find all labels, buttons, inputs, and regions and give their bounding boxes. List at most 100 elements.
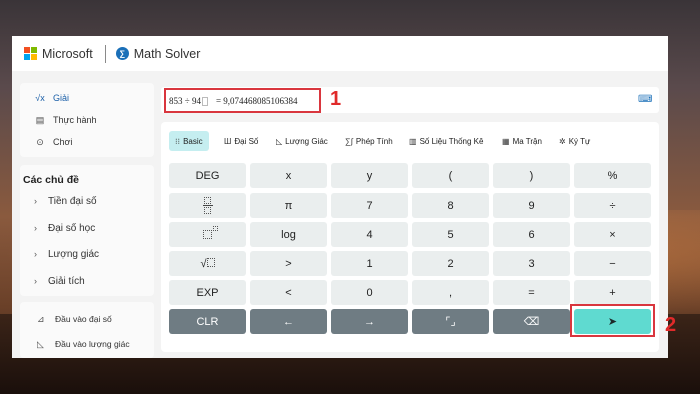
- deg-key[interactable]: DEG: [169, 163, 246, 188]
- tab-statistics[interactable]: ▥ Số Liệu Thống Kê: [403, 131, 489, 151]
- fraction-icon: [202, 197, 213, 214]
- bracket-jump-icon: ⌜⌟: [445, 316, 456, 328]
- basic-icon: ⁝⁝: [175, 136, 181, 146]
- digit-8-key[interactable]: 8: [412, 193, 489, 218]
- topic-trigonometry[interactable]: › Lượng giác: [20, 242, 154, 266]
- calculus-icon: ∑∫: [345, 136, 353, 146]
- nav-panel: √x Giải ▤ Thực hành ⊙ Chơi: [20, 83, 154, 157]
- tab-label: Ma Trận: [512, 136, 542, 146]
- comma-key[interactable]: ,: [412, 280, 489, 305]
- annotation-marker-2: 2: [665, 314, 677, 336]
- expression-result: = 9,074468085106384: [215, 95, 298, 106]
- input-label: Đầu vào đại số: [55, 314, 112, 324]
- tab-label: Phép Tính: [355, 136, 393, 146]
- matrix-icon: ▦: [502, 136, 510, 146]
- y-key[interactable]: y: [331, 163, 408, 188]
- less-than-key[interactable]: <: [250, 280, 327, 305]
- x-key[interactable]: x: [250, 163, 327, 188]
- divide-key[interactable]: ÷: [574, 193, 651, 218]
- expression-lhs: 853 ÷ 94: [169, 95, 201, 106]
- tab-label: Basic: [183, 136, 203, 146]
- topic-calculus[interactable]: › Giải tích: [20, 269, 154, 293]
- left-arrow-key[interactable]: ←: [250, 309, 327, 334]
- expression-highlight: 853 ÷ 94 = 9,074468085106384: [164, 88, 321, 113]
- digit-7-key[interactable]: 7: [331, 193, 408, 218]
- tab-label: Số Liệu Thống Kê: [419, 136, 484, 146]
- chevron-right-icon: ›: [34, 223, 37, 233]
- algebra-input-link[interactable]: ⊿ Đầu vào đại số: [20, 307, 154, 331]
- right-arrow-key[interactable]: →: [331, 309, 408, 334]
- percent-key[interactable]: %: [574, 163, 651, 188]
- nav-item-label: Thực hành: [53, 115, 97, 125]
- topics-title: Các chủ đề: [23, 174, 80, 186]
- left-paren-key[interactable]: (: [412, 163, 489, 188]
- equals-key[interactable]: =: [493, 280, 570, 305]
- gamepad-icon: ⊙: [36, 136, 44, 147]
- greater-than-key[interactable]: >: [250, 251, 327, 276]
- topic-label: Lượng giác: [48, 248, 100, 260]
- triangle-icon: ◺: [37, 338, 44, 349]
- tab-symbols[interactable]: ✲ Ký Tự: [553, 131, 596, 151]
- digit-4-key[interactable]: 4: [331, 222, 408, 247]
- symbols-icon: ✲: [559, 136, 566, 146]
- tab-trigonometry[interactable]: ◺ Lượng Giác: [270, 131, 334, 151]
- digit-5-key[interactable]: 5: [412, 222, 489, 247]
- power-key[interactable]: [169, 222, 246, 247]
- digit-9-key[interactable]: 9: [493, 193, 570, 218]
- fraction-key[interactable]: [169, 193, 246, 218]
- submit-highlight: [570, 304, 655, 337]
- topic-label: Đại số học: [48, 222, 96, 234]
- tab-label: Đại Số: [234, 136, 259, 146]
- tab-algebra[interactable]: Ш Đại Số: [218, 131, 264, 151]
- digit-0-key[interactable]: 0: [331, 280, 408, 305]
- tab-label: Lượng Giác: [285, 136, 328, 146]
- topic-prealgebra[interactable]: › Tiền đại số: [20, 189, 154, 213]
- digit-3-key[interactable]: 3: [493, 251, 570, 276]
- exp-key[interactable]: EXP: [169, 280, 246, 305]
- notebook-icon: ▤: [35, 114, 45, 125]
- top-bar: Microsoft ∑ Math Solver: [12, 36, 668, 71]
- sqrt-icon: √: [200, 257, 215, 270]
- sqrt-x-icon: √x: [35, 93, 45, 103]
- digit-6-key[interactable]: 6: [493, 222, 570, 247]
- tab-matrix[interactable]: ▦ Ma Trận: [496, 131, 548, 151]
- tab-basic[interactable]: ⁝⁝ Basic: [169, 131, 209, 151]
- input-methods-panel: ⊿ Đầu vào đại số ◺ Đầu vào lượng giác: [20, 302, 154, 358]
- algebra-icon: Ш: [224, 136, 232, 146]
- multiply-key[interactable]: ×: [574, 222, 651, 247]
- trig-input-link[interactable]: ◺ Đầu vào lượng giác: [20, 332, 154, 356]
- product-name[interactable]: Math Solver: [134, 47, 201, 61]
- topic-label: Giải tích: [48, 275, 85, 287]
- clear-key[interactable]: CLR: [169, 309, 246, 334]
- digit-1-key[interactable]: 1: [331, 251, 408, 276]
- right-paren-key[interactable]: ): [493, 163, 570, 188]
- microsoft-logo-icon: [24, 47, 37, 60]
- sqrt-key[interactable]: √: [169, 251, 246, 276]
- math-solver-logo-icon: ∑: [115, 47, 129, 60]
- trig-icon: ◺: [276, 136, 283, 146]
- exponent-icon: [203, 226, 218, 239]
- stats-icon: ▥: [409, 136, 417, 146]
- chevron-right-icon: ›: [34, 276, 37, 286]
- chevron-right-icon: ›: [34, 249, 37, 259]
- topic-algebra[interactable]: › Đại số học: [20, 216, 154, 240]
- digit-2-key[interactable]: 2: [412, 251, 489, 276]
- pi-key[interactable]: π: [250, 193, 327, 218]
- nav-item-label: Chơi: [53, 137, 73, 147]
- input-label: Đầu vào lượng giác: [55, 339, 130, 349]
- cursor-jump-key[interactable]: ⌜⌟: [412, 309, 489, 334]
- nav-item-label: Giải: [53, 93, 70, 103]
- plus-key[interactable]: +: [574, 280, 651, 305]
- nav-item-practice[interactable]: ▤ Thực hành: [20, 109, 154, 131]
- tab-label: Ký Tự: [568, 136, 591, 146]
- brand-name[interactable]: Microsoft: [42, 47, 93, 61]
- nav-item-solve[interactable]: √x Giải: [20, 87, 154, 109]
- log-key[interactable]: log: [250, 222, 327, 247]
- ruler-icon: ⊿: [37, 313, 45, 324]
- keyboard-icon[interactable]: ⌨: [638, 94, 652, 105]
- backspace-key[interactable]: ⌫: [493, 309, 570, 334]
- nav-item-play[interactable]: ⊙ Chơi: [20, 131, 154, 153]
- topic-label: Tiền đại số: [48, 195, 97, 207]
- tab-calculus[interactable]: ∑∫ Phép Tính: [339, 131, 399, 151]
- minus-key[interactable]: −: [574, 251, 651, 276]
